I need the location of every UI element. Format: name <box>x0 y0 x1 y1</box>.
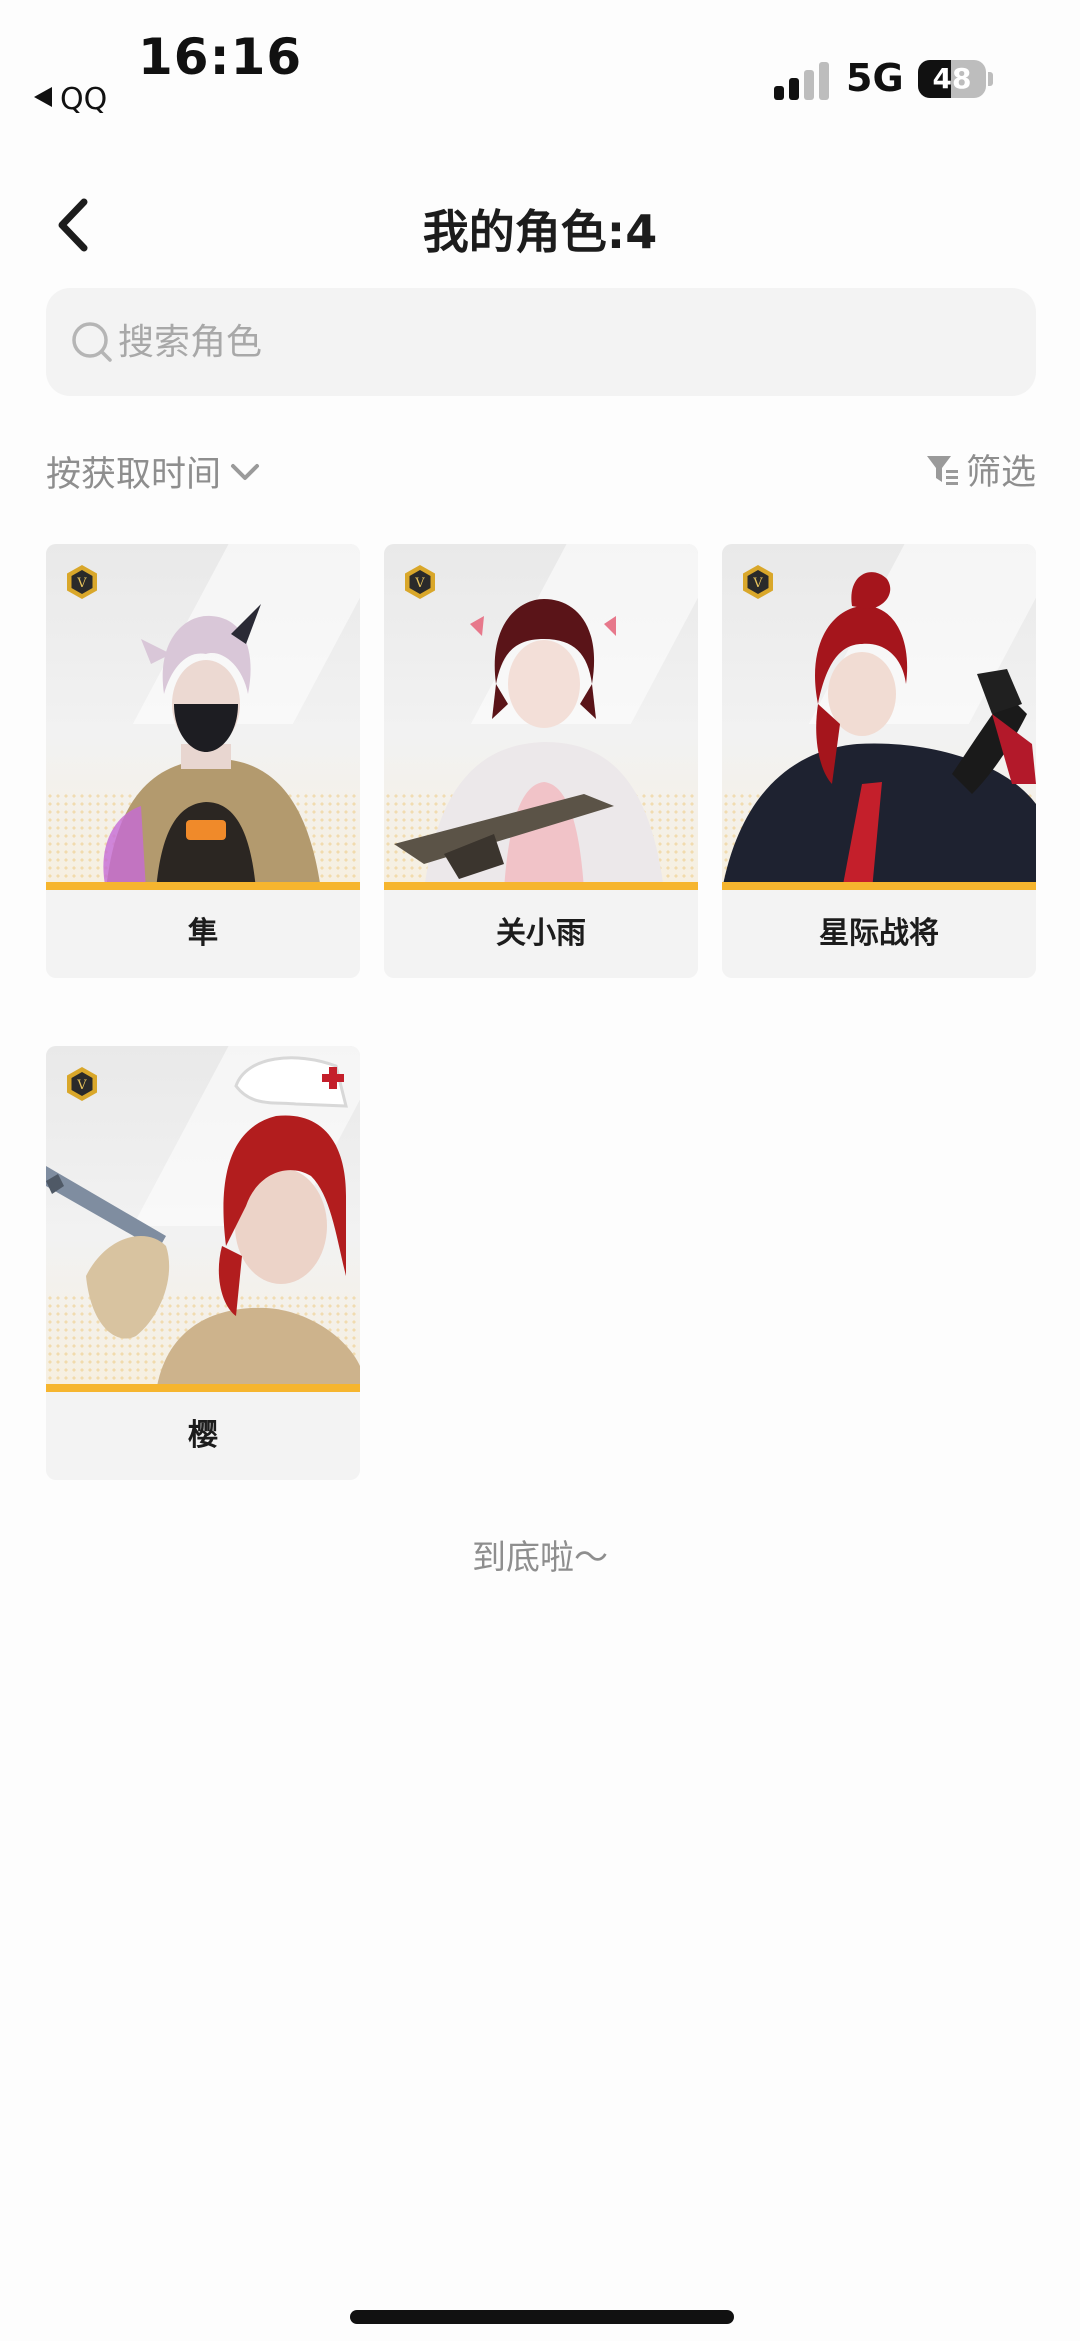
filter-button[interactable]: 筛选 <box>924 444 1036 495</box>
funnel-icon <box>926 455 958 485</box>
chevron-down-icon <box>231 463 260 480</box>
character-card-3[interactable]: V 樱 <box>46 1046 360 1480</box>
svg-text:V: V <box>414 576 425 591</box>
svg-text:V: V <box>76 576 87 591</box>
sort-label: 按获取时间 <box>46 455 222 495</box>
vip-badge-icon: V <box>67 565 97 599</box>
character-name: 樱 <box>188 1418 218 1453</box>
character-portrait: V <box>46 544 360 890</box>
back-triangle-icon <box>34 87 52 107</box>
battery-percent: 48 <box>932 62 972 95</box>
battery-tip <box>988 72 993 86</box>
character-card-0[interactable]: V 隼 <box>46 544 360 978</box>
svg-text:V: V <box>752 576 763 591</box>
svg-text:V: V <box>76 1078 87 1093</box>
character-grid: V 隼 V 关小雨 V 星际战将 V 樱 <box>46 544 1036 1480</box>
status-bar: 16:16 QQ 5G 48 <box>0 0 1080 130</box>
back-to-app-link[interactable]: QQ <box>34 82 107 117</box>
character-name: 星际战将 <box>819 916 939 951</box>
character-card-1[interactable]: V 关小雨 <box>384 544 698 978</box>
home-indicator[interactable] <box>350 2310 734 2324</box>
page-title: 我的角色:4 <box>422 205 658 259</box>
character-name: 关小雨 <box>496 916 586 951</box>
character-portrait: V <box>46 1046 360 1392</box>
end-of-list-text: 到底啦～ <box>472 1538 608 1578</box>
filter-label: 筛选 <box>965 453 1036 493</box>
status-time: 16:16 <box>138 28 303 86</box>
back-app-label: QQ <box>60 82 108 117</box>
search-bar[interactable] <box>46 288 1036 396</box>
search-input[interactable] <box>118 288 1008 396</box>
character-portrait: V <box>722 544 1036 890</box>
character-portrait: V <box>384 544 698 890</box>
search-icon <box>72 322 112 362</box>
signal-icon <box>774 60 830 100</box>
character-name: 隼 <box>188 916 218 951</box>
network-type: 5G <box>846 56 904 100</box>
sort-dropdown[interactable]: 按获取时间 <box>46 446 263 497</box>
vip-badge-icon: V <box>405 565 435 599</box>
battery-icon: 48 <box>918 60 986 98</box>
character-card-2[interactable]: V 星际战将 <box>722 544 1036 978</box>
vip-badge-icon: V <box>67 1067 97 1101</box>
vip-badge-icon: V <box>743 565 773 599</box>
